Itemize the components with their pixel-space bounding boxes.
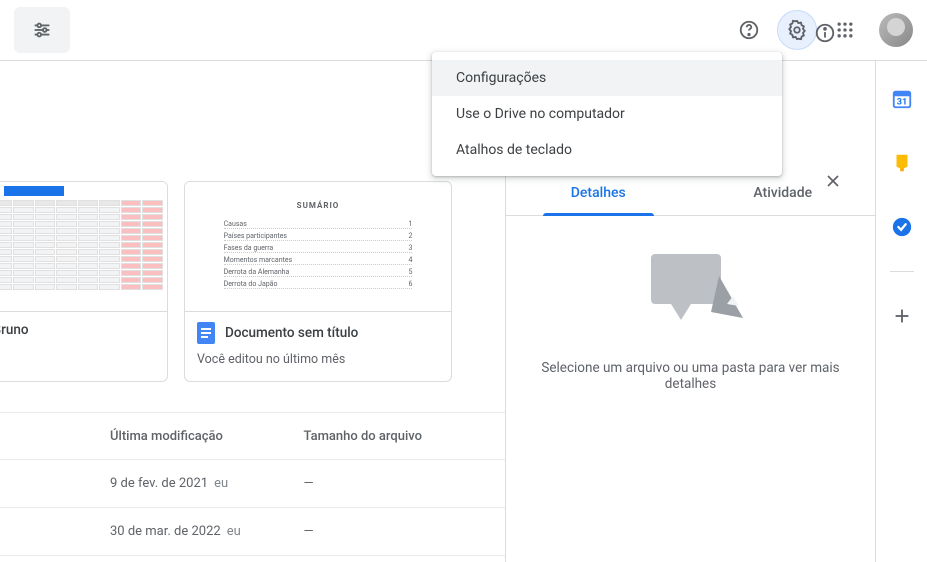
help-button[interactable] (729, 10, 769, 50)
keep-app-button[interactable] (882, 143, 922, 183)
avatar[interactable] (879, 13, 913, 47)
cell-date: 30 de mar. de 2022 (110, 524, 221, 539)
tune-button[interactable] (14, 7, 70, 53)
file-card[interactable]: pagamento - Bruno último mês (0, 181, 168, 382)
file-table: Última modificação Tamanho do arquivo 9 … (0, 412, 505, 556)
calendar-app-button[interactable]: 31 (882, 79, 922, 119)
topbar-left (14, 7, 70, 53)
keep-icon (891, 152, 913, 174)
details-placeholder-text: Selecione um arquivo ou uma pasta para v… (528, 360, 853, 392)
svg-text:31: 31 (896, 98, 907, 108)
file-title: Documento sem título (225, 325, 358, 341)
table-row[interactable]: 30 de mar. de 2022 eu — (0, 508, 505, 556)
file-card[interactable]: SUMÁRIO Causas1 Países participantes2 Fa… (184, 181, 452, 382)
calendar-icon: 31 (891, 88, 913, 110)
tasks-app-button[interactable] (882, 207, 922, 247)
file-subtitle: Você editou no último mês (197, 352, 439, 367)
tasks-icon (891, 216, 913, 238)
file-preview (0, 182, 167, 312)
help-icon (738, 19, 760, 41)
plus-icon (891, 305, 913, 327)
placeholder-icon (631, 246, 751, 336)
info-icon (814, 22, 836, 44)
cell-who: eu (214, 476, 228, 491)
info-button[interactable] (805, 13, 845, 53)
table-header-row: Última modificação Tamanho do arquivo (0, 412, 505, 460)
sheet-thumbnail (0, 182, 167, 311)
menu-item-desktop[interactable]: Use o Drive no computador (432, 96, 782, 132)
main-area: pagamento - Bruno último mês SUMÁRIO Cau… (0, 61, 505, 562)
col-modified[interactable]: Última modificação (110, 429, 304, 444)
cell-size: — (304, 476, 498, 491)
details-tabs: Detalhes Atividade (506, 171, 875, 216)
col-size[interactable]: Tamanho do arquivo (304, 429, 498, 444)
menu-item-settings[interactable]: Configurações (432, 60, 782, 96)
cell-who: eu (227, 524, 241, 539)
settings-menu: Configurações Use o Drive no computador … (432, 52, 782, 176)
topbar (0, 0, 927, 60)
tune-icon (31, 19, 53, 41)
tab-details[interactable]: Detalhes (506, 171, 691, 215)
cell-date: 9 de fev. de 2021 (110, 476, 208, 491)
cell-size: — (304, 524, 498, 539)
file-preview: SUMÁRIO Causas1 Países participantes2 Fa… (185, 182, 451, 312)
docs-icon (197, 322, 215, 344)
menu-item-shortcuts[interactable]: Atalhos de teclado (432, 132, 782, 168)
doc-thumbnail: SUMÁRIO Causas1 Países participantes2 Fa… (212, 183, 425, 310)
file-subtitle: último mês (0, 346, 155, 361)
tab-activity[interactable]: Atividade (691, 171, 876, 215)
details-body: Selecione um arquivo ou uma pasta para v… (506, 216, 875, 422)
file-title: pagamento - Bruno (0, 322, 29, 338)
add-app-button[interactable] (882, 296, 922, 336)
cards-row: pagamento - Bruno último mês SUMÁRIO Cau… (0, 61, 505, 382)
table-row[interactable]: 9 de fev. de 2021 eu — (0, 460, 505, 508)
side-app-panel: 31 (875, 61, 927, 562)
